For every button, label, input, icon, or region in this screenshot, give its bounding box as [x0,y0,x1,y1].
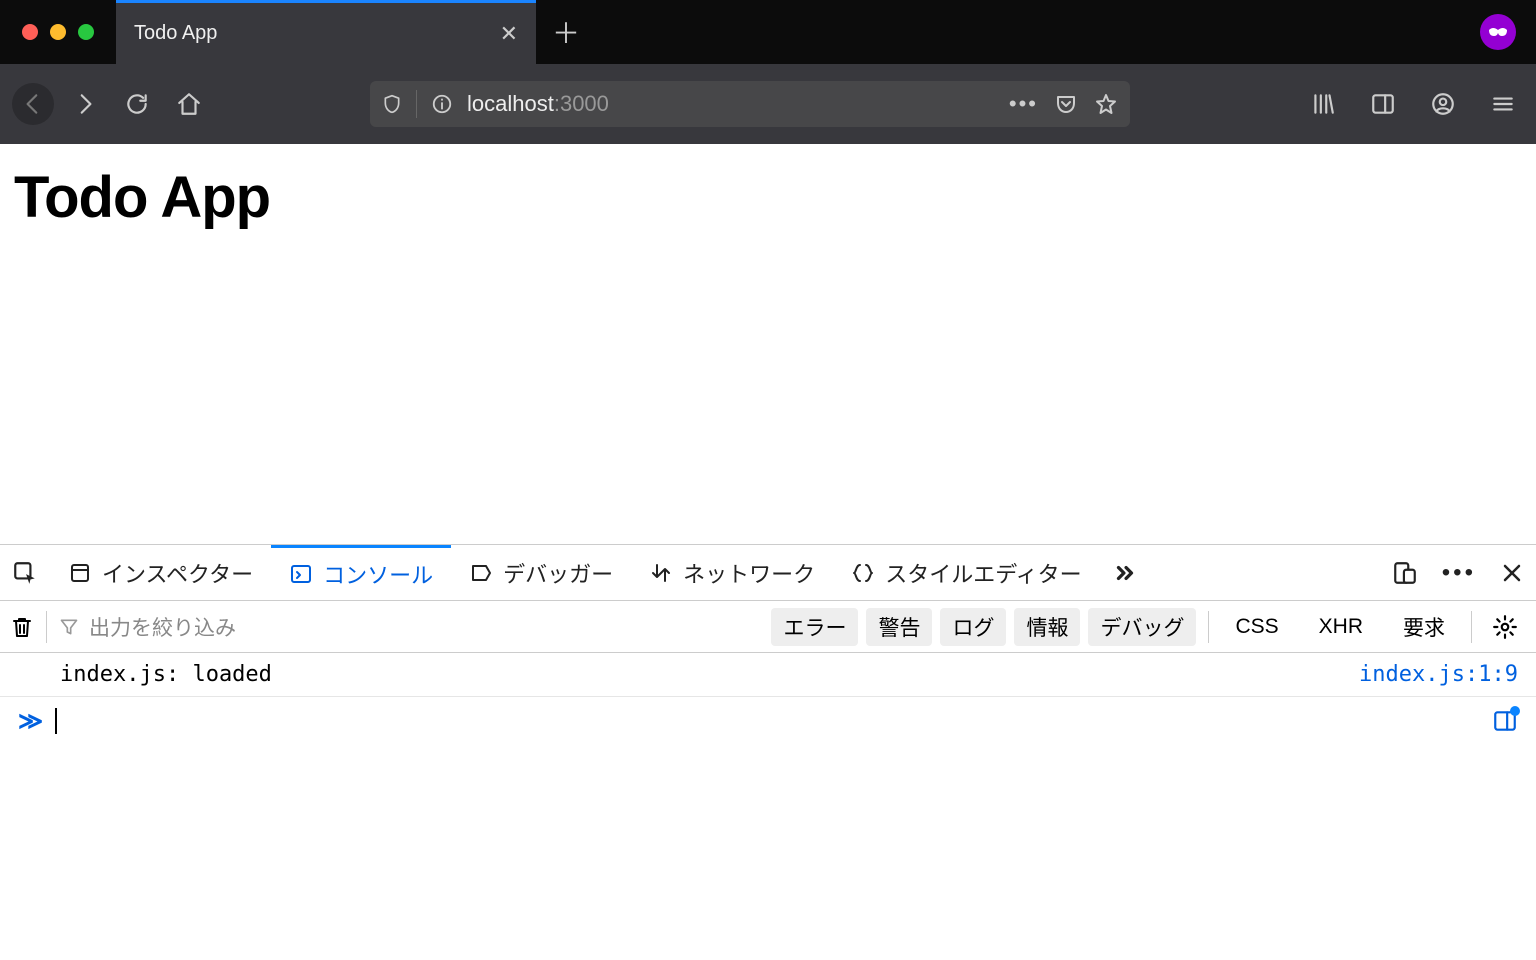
browser-titlebar: Todo App ✕ ＋ [0,0,1536,64]
browser-toolbar: localhost:3000 ••• [0,64,1536,144]
minimize-window-button[interactable] [50,24,66,40]
input-cursor [55,708,57,734]
new-tab-button[interactable]: ＋ [536,0,596,64]
private-browsing-indicator [1480,0,1536,64]
tab-console-label: コンソール [323,558,433,590]
tabs-overflow-icon[interactable] [1100,560,1150,586]
menu-icon[interactable] [1482,83,1524,125]
console-settings-icon[interactable] [1484,614,1526,640]
info-icon[interactable] [431,93,453,115]
chip-info[interactable]: 情報 [1014,608,1080,646]
url-text: localhost:3000 [467,91,995,117]
maximize-window-button[interactable] [78,24,94,40]
filter-xhr[interactable]: XHR [1305,615,1377,639]
chip-error[interactable]: エラー [771,608,858,646]
sidebar-icon[interactable] [1362,83,1404,125]
chip-warning[interactable]: 警告 [866,608,932,646]
back-button[interactable] [12,83,54,125]
address-bar[interactable]: localhost:3000 ••• [370,81,1130,127]
console-log-row: index.js: loaded index.js:1:9 [0,653,1536,697]
browser-tab[interactable]: Todo App ✕ [116,0,536,64]
url-host: localhost [467,91,554,116]
tab-console[interactable]: コンソール [271,545,451,600]
tab-inspector-label: インスペクター [102,557,253,589]
console-toolbar: 出力を絞り込み エラー 警告 ログ 情報 デバッグ CSS XHR 要求 [0,601,1536,653]
log-level-chips: エラー 警告 ログ 情報 デバッグ [771,608,1196,646]
devtools-close-icon[interactable] [1488,561,1536,585]
shield-icon[interactable] [382,93,402,115]
window-controls [0,0,116,64]
account-icon[interactable] [1422,83,1464,125]
close-tab-icon[interactable]: ✕ [500,21,518,47]
devtools-tabs: インスペクター コンソール デバッガー ネットワーク スタイルエディター ••• [0,545,1536,601]
tab-style-editor-label: スタイルエディター [885,557,1081,589]
library-icon[interactable] [1302,83,1344,125]
filter-placeholder: 出力を絞り込み [89,612,236,642]
tab-network[interactable]: ネットワーク [631,545,833,600]
tab-debugger[interactable]: デバッガー [451,545,631,600]
chip-debug[interactable]: デバッグ [1088,608,1196,646]
devtools-panel: インスペクター コンソール デバッガー ネットワーク スタイルエディター ••• [0,544,1536,960]
tab-debugger-label: デバッガー [503,557,613,589]
devtools-menu-icon[interactable]: ••• [1430,559,1488,587]
console-filter-input[interactable]: 出力を絞り込み [59,612,619,642]
inspect-element-icon[interactable] [0,560,50,586]
page-content: Todo App [0,144,1536,544]
forward-button[interactable] [64,83,106,125]
split-console-icon[interactable] [1492,708,1518,734]
tab-inspector[interactable]: インスペクター [50,545,271,600]
clear-console-icon[interactable] [10,614,34,640]
console-source-link[interactable]: index.js:1:9 [1359,662,1518,687]
console-prompt[interactable]: ≫ [0,697,1536,745]
prompt-chevron-icon: ≫ [18,707,43,735]
bookmark-star-icon[interactable] [1094,92,1118,116]
tab-style-editor[interactable]: スタイルエディター [833,545,1099,600]
chip-log[interactable]: ログ [940,608,1006,646]
reload-button[interactable] [116,83,158,125]
responsive-design-icon[interactable] [1380,560,1430,586]
pocket-icon[interactable] [1054,92,1078,116]
tab-network-label: ネットワーク [683,557,815,589]
filter-css[interactable]: CSS [1221,615,1292,639]
mask-icon [1480,14,1516,50]
url-port: :3000 [554,91,609,116]
tab-title: Todo App [134,22,217,45]
page-actions-icon[interactable]: ••• [1009,91,1038,117]
console-message: index.js: loaded [18,662,1359,687]
filter-request[interactable]: 要求 [1389,612,1459,642]
close-window-button[interactable] [22,24,38,40]
page-heading: Todo App [14,164,1522,231]
home-button[interactable] [168,83,210,125]
